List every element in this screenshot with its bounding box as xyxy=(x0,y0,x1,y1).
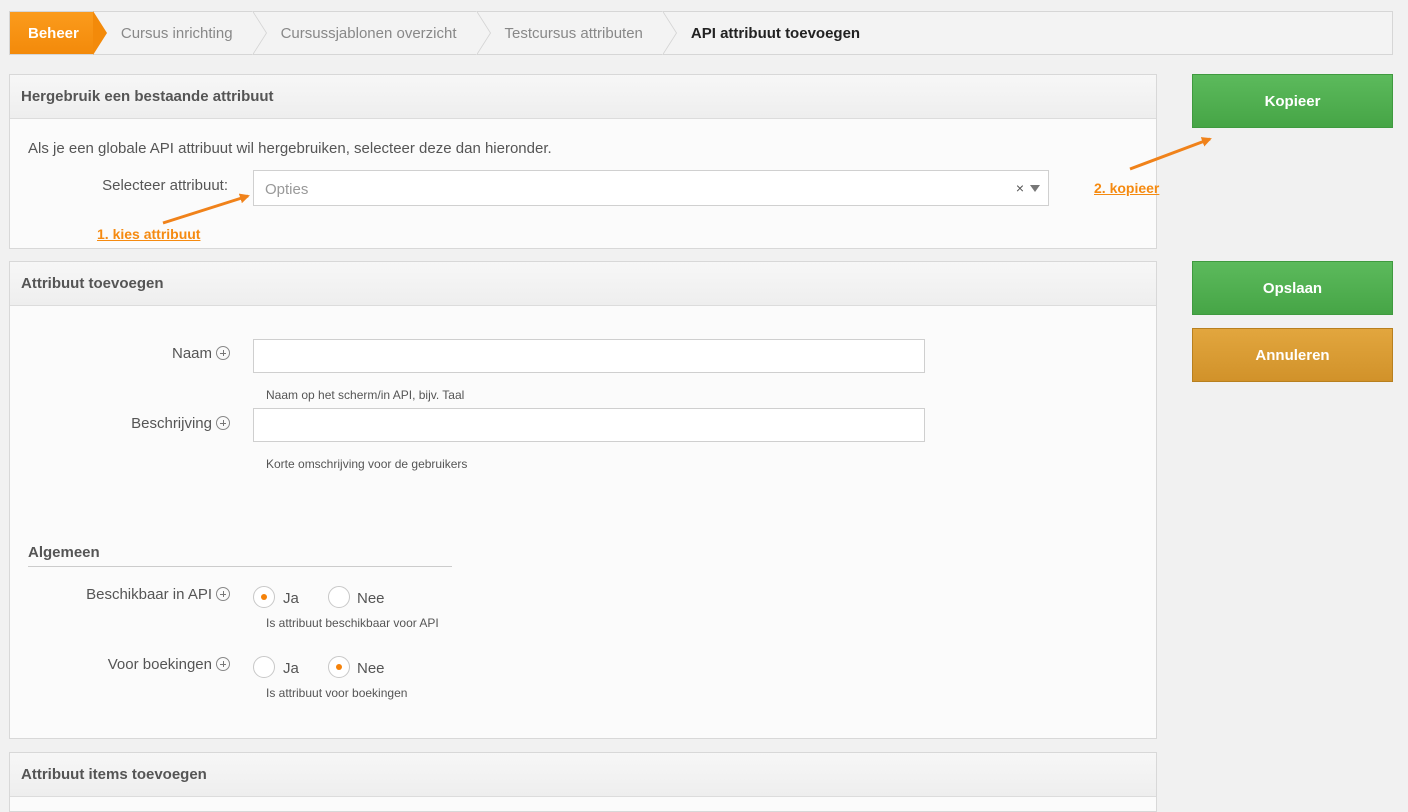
breadcrumb-item-label: Cursus inrichting xyxy=(120,24,233,42)
section-general-title: Algemeen xyxy=(28,544,452,567)
reuse-info-text: Als je een globale API attribuut wil her… xyxy=(28,140,552,157)
breadcrumb-separator xyxy=(92,11,107,55)
api-no-label: Nee xyxy=(357,590,385,607)
breadcrumb-separator xyxy=(661,11,677,55)
attribute-select[interactable]: Opties × xyxy=(253,170,1049,206)
api-available-label: Beschikbaar in API xyxy=(30,586,230,603)
breadcrumb-home[interactable]: Beheer xyxy=(10,11,107,55)
bookings-yes-label: Ja xyxy=(283,660,299,677)
plus-circle-icon[interactable] xyxy=(216,346,230,360)
breadcrumb-item-label: Cursussjablonen overzicht xyxy=(280,24,457,42)
plus-circle-icon[interactable] xyxy=(216,587,230,601)
bookings-no-label: Nee xyxy=(357,660,385,677)
breadcrumb-separator xyxy=(251,11,267,55)
reuse-attribute-panel: Hergebruik een bestaande attribuut Als j… xyxy=(9,74,1157,249)
plus-circle-icon[interactable] xyxy=(216,657,230,671)
add-panel-title: Attribuut toevoegen xyxy=(10,262,1156,306)
add-attribute-panel: Attribuut toevoegen Naam Naam op het sch… xyxy=(9,261,1157,739)
description-label: Beschrijving xyxy=(30,415,230,432)
breadcrumb-item-cursus-inrichting[interactable]: Cursus inrichting xyxy=(93,11,267,55)
reuse-panel-title: Hergebruik een bestaande attribuut xyxy=(10,75,1156,119)
name-label-text: Naam xyxy=(171,345,212,362)
attribute-items-panel: Attribuut items toevoegen xyxy=(9,752,1157,812)
name-help-text: Naam op het scherm/in API, bijv. Taal xyxy=(266,388,465,402)
bookings-label-text: Voor boekingen xyxy=(107,656,212,673)
breadcrumb-separator xyxy=(475,11,491,55)
annotation-step-1: 1. kies attribuut xyxy=(97,226,201,242)
description-field[interactable] xyxy=(253,408,925,442)
breadcrumb-item-testcursus-attributen[interactable]: Testcursus attributen xyxy=(477,11,677,55)
breadcrumb-item-cursussjablonen-overzicht[interactable]: Cursussjablonen overzicht xyxy=(253,11,491,55)
breadcrumb-home-label: Beheer xyxy=(28,24,79,42)
bookings-help-text: Is attribuut voor boekingen xyxy=(266,686,408,700)
bookings-no-radio[interactable] xyxy=(328,656,350,678)
name-field[interactable] xyxy=(253,339,925,373)
description-label-text: Beschrijving xyxy=(131,415,212,432)
breadcrumb: Beheer Cursus inrichting Cursussjablonen… xyxy=(9,11,1393,55)
api-available-label-text: Beschikbaar in API xyxy=(86,586,212,603)
breadcrumb-current: API attribuut toevoegen xyxy=(663,12,880,54)
api-yes-label: Ja xyxy=(283,590,299,607)
plus-circle-icon[interactable] xyxy=(216,416,230,430)
api-help-text: Is attribuut beschikbaar voor API xyxy=(266,616,439,630)
description-help-text: Korte omschrijving voor de gebruikers xyxy=(266,457,468,471)
api-no-radio[interactable] xyxy=(328,586,350,608)
breadcrumb-current-label: API attribuut toevoegen xyxy=(690,24,861,42)
breadcrumb-item-label: Testcursus attributen xyxy=(504,24,643,42)
copy-button[interactable]: Kopieer xyxy=(1192,74,1393,128)
bookings-yes-radio[interactable] xyxy=(253,656,275,678)
cancel-button[interactable]: Annuleren xyxy=(1192,328,1393,382)
api-yes-radio[interactable] xyxy=(253,586,275,608)
annotation-step-2: 2. kopieer xyxy=(1094,180,1160,196)
name-label: Naam xyxy=(30,345,230,362)
save-button[interactable]: Opslaan xyxy=(1192,261,1393,315)
clear-icon[interactable]: × xyxy=(1016,180,1024,196)
select-attribute-label: Selecteer attribuut: xyxy=(102,177,228,194)
attribute-select-placeholder: Opties xyxy=(265,181,309,198)
bookings-label: Voor boekingen xyxy=(30,656,230,673)
items-panel-title: Attribuut items toevoegen xyxy=(10,753,1156,797)
chevron-down-icon[interactable] xyxy=(1030,185,1040,192)
